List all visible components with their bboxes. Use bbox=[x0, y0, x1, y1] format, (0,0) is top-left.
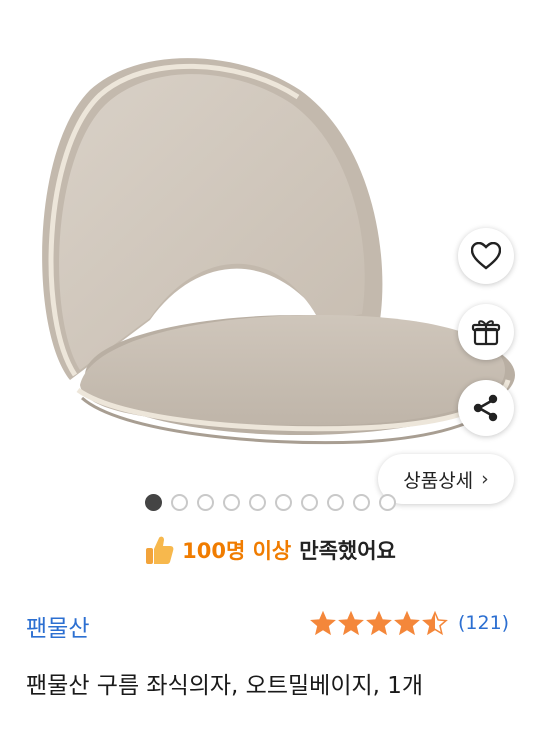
product-title: 팬물산 구름 좌식의자, 오트밀베이지, 1개 bbox=[26, 673, 424, 699]
satisfaction-count: 100명 이상 bbox=[182, 539, 292, 563]
carousel-dot[interactable] bbox=[197, 494, 214, 511]
carousel-dot[interactable] bbox=[249, 494, 266, 511]
carousel-dot[interactable] bbox=[145, 494, 162, 511]
satisfaction-banner: 100명 이상 만족했어요 bbox=[0, 530, 540, 570]
brand-link[interactable]: 팬물산 bbox=[26, 609, 89, 643]
star-icon bbox=[366, 610, 392, 636]
carousel-dot[interactable] bbox=[223, 494, 240, 511]
product-detail-button[interactable]: 상품상세 › bbox=[378, 454, 514, 504]
review-count[interactable]: (121) bbox=[458, 612, 509, 634]
like-button[interactable] bbox=[458, 228, 514, 284]
gift-button[interactable] bbox=[458, 304, 514, 360]
product-detail-label: 상품상세 bbox=[403, 469, 474, 492]
star-icon bbox=[338, 610, 364, 636]
carousel-dot[interactable] bbox=[353, 494, 370, 511]
carousel-dot[interactable] bbox=[379, 494, 396, 511]
carousel-dot[interactable] bbox=[301, 494, 318, 511]
gift-icon bbox=[471, 320, 501, 346]
rating-stars bbox=[310, 610, 448, 636]
carousel-dot[interactable] bbox=[327, 494, 344, 511]
rating[interactable]: (121) bbox=[310, 610, 509, 636]
star-icon bbox=[310, 610, 336, 636]
chevron-right-icon: › bbox=[481, 468, 489, 490]
star-icon bbox=[394, 610, 420, 636]
share-button[interactable] bbox=[458, 380, 514, 436]
star-icon bbox=[422, 610, 448, 636]
satisfaction-text: 만족했어요 bbox=[299, 539, 396, 563]
thumbs-up-icon bbox=[146, 536, 174, 564]
heart-icon bbox=[471, 242, 501, 270]
share-icon bbox=[473, 394, 498, 422]
carousel-dot[interactable] bbox=[275, 494, 292, 511]
carousel-dot[interactable] bbox=[171, 494, 188, 511]
carousel-indicator[interactable] bbox=[145, 494, 396, 511]
